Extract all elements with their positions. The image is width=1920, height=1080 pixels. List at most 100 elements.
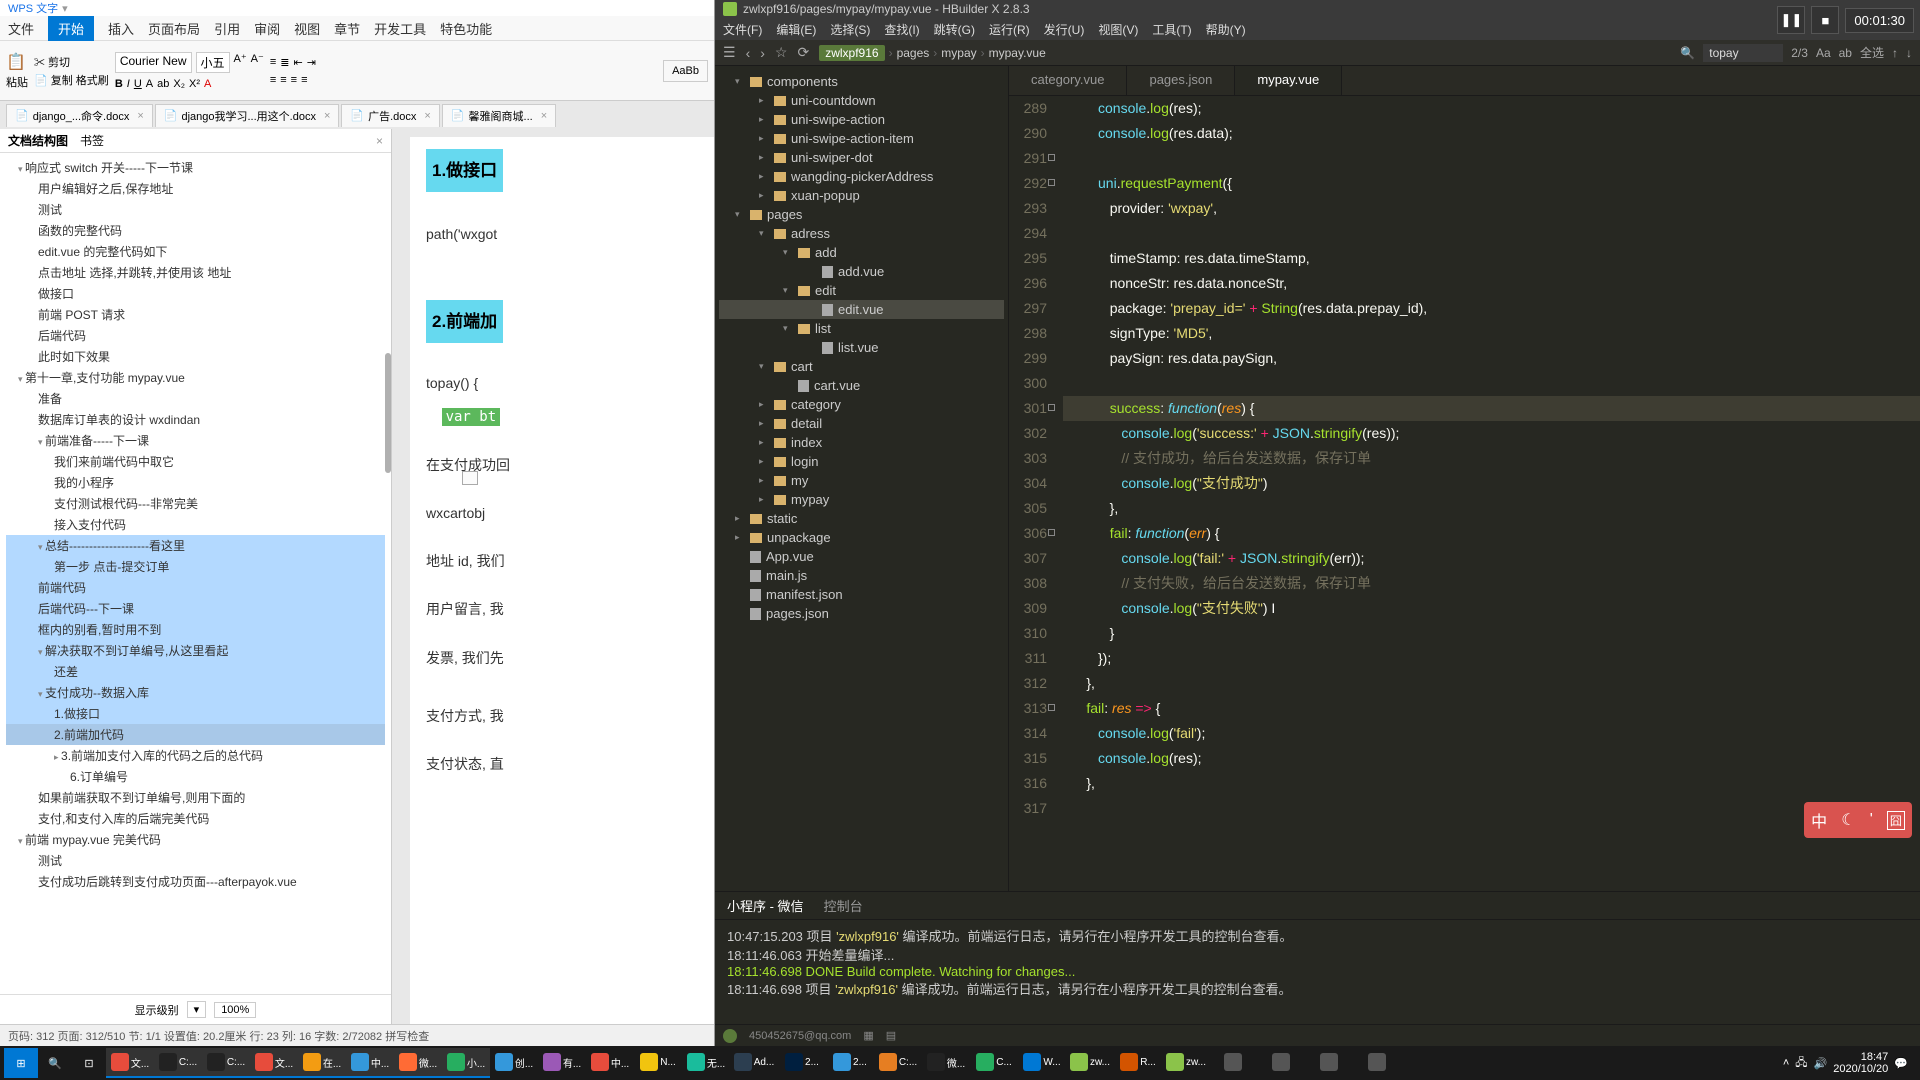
taskbar-app[interactable]: W... [1018, 1048, 1066, 1078]
outline-item[interactable]: 支付成功--数据入库 [6, 682, 385, 703]
record-pause-button[interactable]: ❚❚ [1777, 6, 1805, 34]
tree-folder[interactable]: ▾pages [719, 205, 1004, 224]
console-tab-terminal[interactable]: 控制台 [824, 896, 863, 915]
taskbar-app[interactable]: 2... [826, 1048, 874, 1078]
tree-file[interactable]: cart.vue [719, 376, 1004, 395]
doc-tab[interactable]: 📄django我学习...用这个.docx× [155, 104, 340, 127]
notification-icon[interactable]: 💬 [1894, 1057, 1908, 1070]
outline-item[interactable]: 还差 [6, 661, 385, 682]
tray-up-icon[interactable]: ˄ [1783, 1057, 1789, 1069]
taskbar-app[interactable]: N... [634, 1048, 682, 1078]
tree-folder[interactable]: ▸static [719, 509, 1004, 528]
taskbar-clock[interactable]: 18:472020/10/20 [1833, 1051, 1888, 1075]
tree-folder[interactable]: ▸index [719, 433, 1004, 452]
ime-indicator[interactable]: 中☾'囧 [1804, 802, 1912, 838]
taskbar-app[interactable]: C:... [202, 1048, 250, 1078]
hb-menu-item[interactable]: 文件(F) [723, 21, 762, 38]
outline-item[interactable]: 后端代码 [6, 325, 385, 346]
user-avatar-icon[interactable] [723, 1029, 737, 1043]
network-icon[interactable]: 🖧 [1795, 1054, 1807, 1073]
taskbar-app[interactable]: 中... [586, 1048, 634, 1078]
code-editor[interactable]: 2892902912922932942952962972982993003013… [1009, 96, 1920, 891]
tree-folder[interactable]: ▾adress [719, 224, 1004, 243]
volume-icon[interactable]: 🔊 [1814, 1057, 1828, 1070]
breadcrumb[interactable]: zwlxpf916›pages›mypay›mypay.vue [819, 46, 1046, 60]
project-tree[interactable]: ▾components▸uni-countdown▸uni-swipe-acti… [715, 66, 1009, 891]
outline-item[interactable]: 6.订单编号 [6, 766, 385, 787]
outline-item[interactable]: edit.vue 的完整代码如下 [6, 241, 385, 262]
taskbar-app[interactable]: C... [970, 1048, 1018, 1078]
taskbar-app[interactable] [1210, 1048, 1258, 1078]
taskbar-app[interactable]: R... [1114, 1048, 1162, 1078]
cut-button[interactable]: ✂ 剪切 [34, 54, 109, 70]
list-number-icon[interactable]: ≣ [280, 56, 289, 69]
outline-item[interactable]: 测试 [6, 850, 385, 871]
taskbar-app[interactable]: 中... [346, 1048, 394, 1078]
paragraph-handle-icon[interactable] [462, 471, 478, 485]
list-bullet-icon[interactable]: ≡ [270, 56, 276, 69]
back-icon[interactable]: ‹ [746, 45, 751, 61]
wps-menu-item[interactable]: 插入 [108, 19, 134, 38]
outline-tab-bookmark[interactable]: 书签 [80, 132, 104, 149]
tree-folder[interactable]: ▾cart [719, 357, 1004, 376]
document-area[interactable]: 1.做接口 path('wxgot 2.前端加 topay() { var bt… [392, 129, 714, 1024]
taskbar-app[interactable]: 微... [922, 1048, 970, 1078]
terminal-icon[interactable]: ▤ [886, 1029, 896, 1042]
tree-folder[interactable]: ▸detail [719, 414, 1004, 433]
wps-menu-item[interactable]: 章节 [334, 19, 360, 38]
outline-item[interactable]: 点击地址 选择,并跳转,并使用该 地址 [6, 262, 385, 283]
tree-folder[interactable]: ▾add [719, 243, 1004, 262]
outline-item[interactable]: 3.前端加支付入库的代码之后的总代码 [6, 745, 385, 766]
scrollbar-thumb[interactable] [385, 353, 391, 473]
search-input[interactable] [1703, 44, 1783, 62]
hb-menu-item[interactable]: 查找(I) [884, 21, 919, 38]
taskbar-app[interactable] [1306, 1048, 1354, 1078]
close-icon[interactable]: × [541, 110, 547, 122]
tree-folder[interactable]: ▸login [719, 452, 1004, 471]
hb-menu-item[interactable]: 选择(S) [830, 21, 870, 38]
style-box[interactable]: AaBb [663, 60, 708, 82]
outline-item[interactable]: 总结--------------------看这里 [6, 535, 385, 556]
outline-item[interactable]: 我们来前端代码中取它 [6, 451, 385, 472]
outline-zoom[interactable]: 100% [214, 1002, 256, 1018]
taskbar-app[interactable]: C:... [874, 1048, 922, 1078]
taskbar-app[interactable]: 文... [250, 1048, 298, 1078]
hb-menu-item[interactable]: 编辑(E) [776, 21, 816, 38]
tree-folder[interactable]: ▸uni-swipe-action-item [719, 129, 1004, 148]
outline-item[interactable]: 如果前端获取不到订单编号,则用下面的 [6, 787, 385, 808]
taskbar-app[interactable]: 文... [106, 1048, 154, 1078]
taskbar-app[interactable]: Ad... [730, 1048, 778, 1078]
font-name-select[interactable]: Courier New [115, 52, 192, 73]
editor-tab[interactable]: pages.json [1127, 66, 1235, 95]
outline-item[interactable]: 用户编辑好之后,保存地址 [6, 178, 385, 199]
outline-tab-structure[interactable]: 文档结构图 [8, 132, 68, 149]
wps-menu-item[interactable]: 审阅 [254, 19, 280, 38]
outline-item[interactable]: 前端 mypay.vue 完美代码 [6, 829, 385, 850]
refresh-icon[interactable]: ⟳ [797, 44, 809, 61]
tree-file[interactable]: list.vue [719, 338, 1004, 357]
taskbar-app[interactable]: 微... [394, 1048, 442, 1078]
record-stop-button[interactable]: ■ [1811, 6, 1839, 34]
wps-menu-item[interactable]: 引用 [214, 19, 240, 38]
tree-folder[interactable]: ▾edit [719, 281, 1004, 300]
taskbar-app[interactable]: 无... [682, 1048, 730, 1078]
tree-folder[interactable]: ▸uni-swiper-dot [719, 148, 1004, 167]
tree-folder[interactable]: ▾list [719, 319, 1004, 338]
tree-file[interactable]: App.vue [719, 547, 1004, 566]
outline-item[interactable]: 响应式 switch 开关-----下一节课 [6, 157, 385, 178]
star-icon[interactable]: ☆ [775, 44, 788, 61]
font-grow-icon[interactable]: A⁺ [234, 52, 247, 73]
close-icon[interactable]: × [324, 110, 330, 122]
tree-file[interactable]: main.js [719, 566, 1004, 585]
tree-file[interactable]: pages.json [719, 604, 1004, 623]
wps-menu-item[interactable]: 开始 [48, 16, 94, 41]
tree-folder[interactable]: ▸xuan-popup [719, 186, 1004, 205]
outline-item[interactable]: 前端代码 [6, 577, 385, 598]
taskbar-app[interactable]: 有... [538, 1048, 586, 1078]
hb-menu-item[interactable]: 运行(R) [989, 21, 1030, 38]
doc-tab[interactable]: 📄django_...命令.docx× [6, 104, 153, 127]
prev-match-icon[interactable]: ↑ [1892, 46, 1898, 60]
editor-tab[interactable]: mypay.vue [1235, 66, 1342, 95]
outline-item[interactable]: 此时如下效果 [6, 346, 385, 367]
taskbar-app[interactable]: C:... [154, 1048, 202, 1078]
